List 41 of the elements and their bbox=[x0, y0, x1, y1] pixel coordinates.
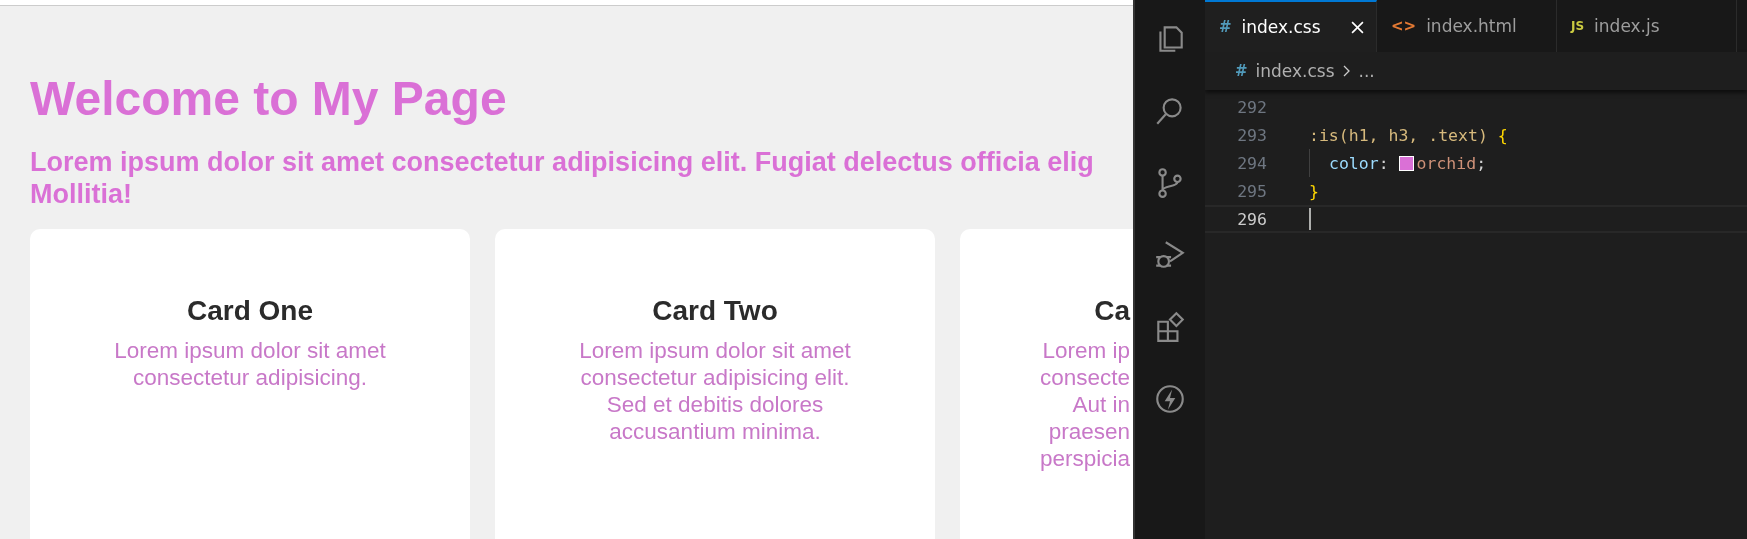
line-number: 294 bbox=[1236, 153, 1267, 173]
chevron-icon bbox=[1342, 65, 1351, 77]
close-icon[interactable] bbox=[1351, 20, 1364, 34]
card-title: Card Two bbox=[652, 295, 778, 327]
code-token: : bbox=[1378, 153, 1390, 173]
card-text: accusantium minima. bbox=[609, 418, 821, 445]
card-title: Ca bbox=[1094, 295, 1130, 327]
code-token: color bbox=[1329, 153, 1379, 173]
code-token: :is(h1, h3, .text) bbox=[1309, 125, 1489, 145]
card-text: praesen bbox=[1048, 418, 1130, 445]
card-text: consectetur adipisicing elit. bbox=[580, 364, 850, 391]
card-text: Lorem ipsum dolor sit amet bbox=[579, 337, 851, 364]
card-text: consecte bbox=[1039, 364, 1130, 391]
code-token: ; bbox=[1476, 153, 1487, 173]
code-token: } bbox=[1309, 181, 1319, 201]
line-number: 293 bbox=[1236, 125, 1267, 145]
card-text: consectetur adipisicing. bbox=[133, 364, 367, 391]
card-text: perspicia bbox=[1039, 445, 1130, 472]
subtitle-text: Mollitia! bbox=[30, 178, 133, 210]
file-type-icon: JS bbox=[1571, 19, 1585, 33]
line-number: 295 bbox=[1236, 181, 1267, 201]
card-text: Lorem ipsum dolor sit amet bbox=[114, 337, 386, 364]
file-type-icon: <> bbox=[1391, 17, 1417, 35]
line-number: 296 bbox=[1236, 209, 1267, 229]
code-token: { bbox=[1497, 125, 1508, 145]
color-swatch[interactable] bbox=[1398, 155, 1414, 171]
lightning-icon[interactable] bbox=[1153, 382, 1187, 416]
text-cursor bbox=[1309, 208, 1311, 230]
page-heading: Welcome to My Page bbox=[30, 72, 508, 126]
breadcrumb-item[interactable]: ... bbox=[1358, 61, 1375, 81]
card-text: Lorem ip bbox=[1042, 337, 1130, 364]
card-text: Aut in bbox=[1072, 391, 1130, 418]
card-title: Card One bbox=[187, 295, 313, 327]
file-type-icon: # bbox=[1235, 62, 1248, 80]
line-number: 292 bbox=[1236, 97, 1267, 117]
breadcrumb-item[interactable]: index.css bbox=[1255, 61, 1335, 81]
editor-tab[interactable]: # index.css bbox=[1205, 0, 1377, 52]
subtitle-text: Lorem ipsum dolor sit amet consectetur adipisicing elit. Fugiat delectus officia elig bbox=[30, 146, 1095, 178]
file-type-icon: # bbox=[1219, 18, 1232, 36]
code-token: orchid bbox=[1416, 153, 1477, 173]
card-text: Sed et debitis dolores bbox=[606, 391, 824, 418]
